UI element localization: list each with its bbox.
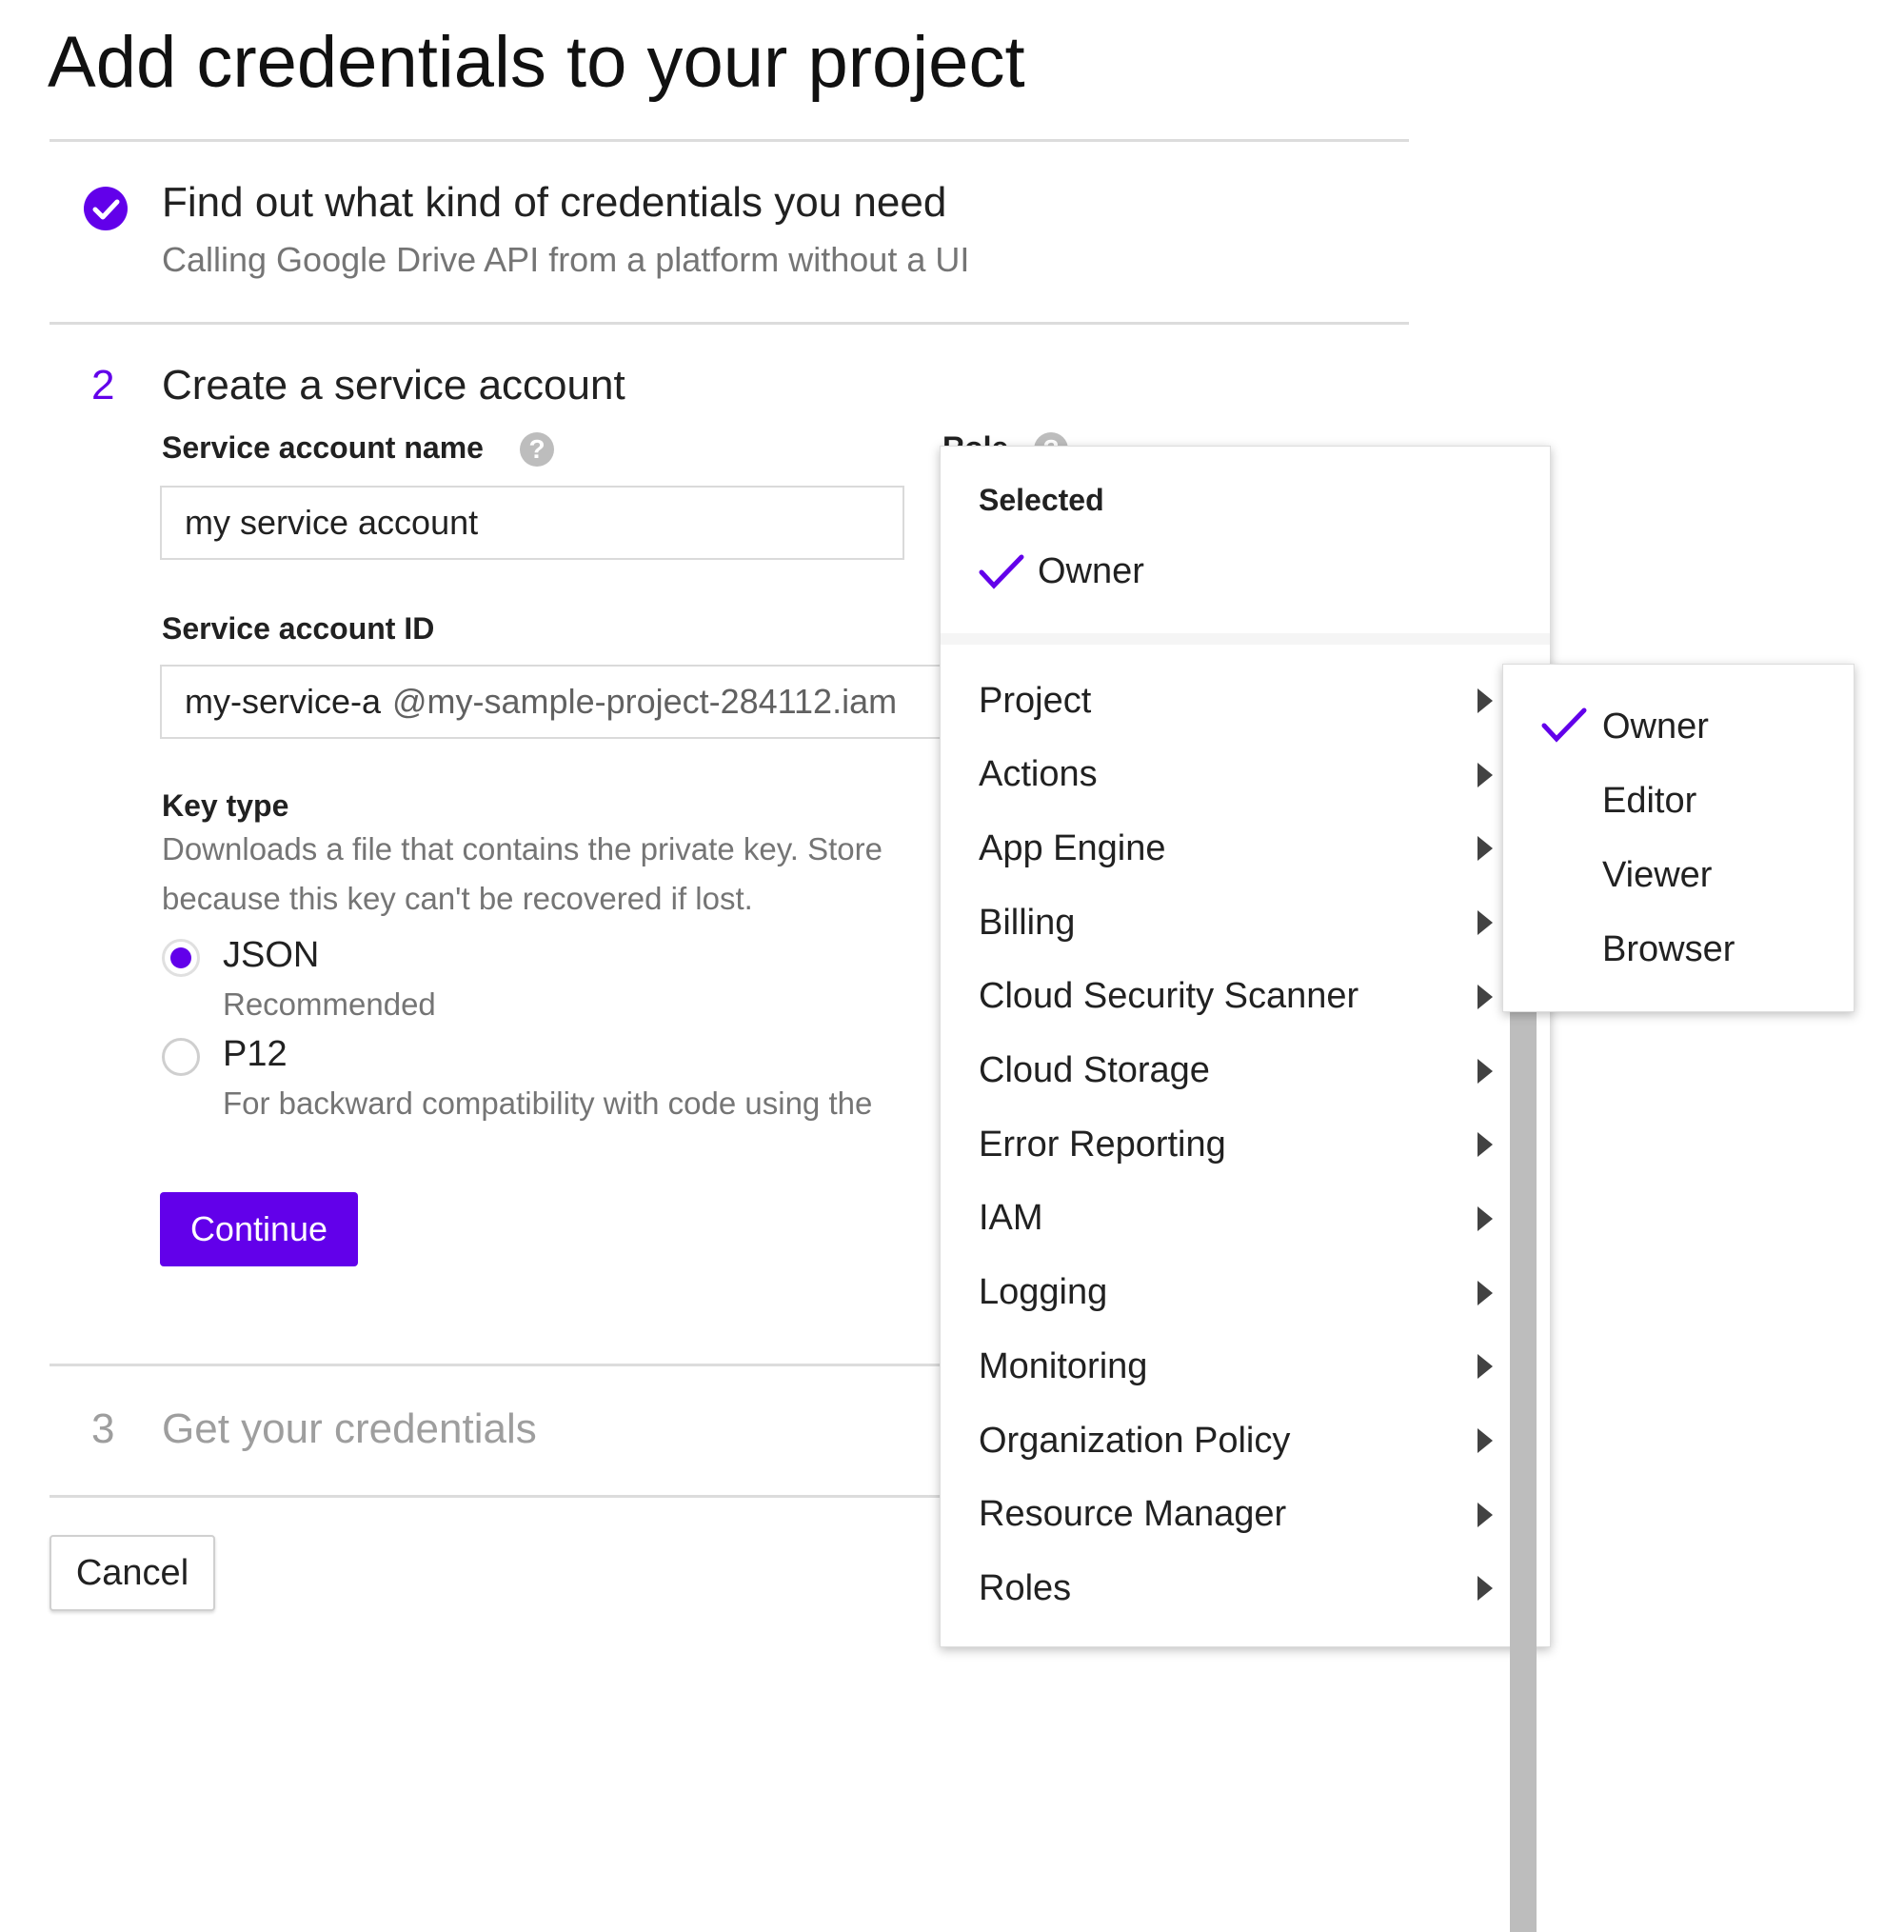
role-category-label: Monitoring (979, 1345, 1148, 1386)
service-account-id-label: Service account ID (162, 611, 435, 646)
chevron-right-icon (1478, 1576, 1493, 1602)
role-category-label: Organization Policy (979, 1420, 1291, 1461)
p12-radio[interactable] (162, 1038, 200, 1076)
role-category-error-reporting[interactable]: Error Reporting (979, 1107, 1493, 1182)
menu-scrollbar[interactable] (1510, 980, 1537, 1932)
submenu-item-editor[interactable]: Editor (1602, 764, 1696, 838)
role-category-label: Resource Manager (979, 1494, 1287, 1535)
role-category-app-engine[interactable]: App Engine (979, 811, 1493, 886)
service-account-name-value: my service account (185, 503, 479, 542)
json-label[interactable]: JSON (223, 935, 319, 976)
chevron-right-icon (1478, 1428, 1493, 1453)
role-category-label: Error Reporting (979, 1124, 1226, 1165)
role-category-label: Actions (979, 754, 1098, 795)
role-category-billing[interactable]: Billing (979, 886, 1493, 960)
key-type-description: Downloads a file that contains the priva… (162, 825, 942, 924)
checkmark-icon (1541, 707, 1587, 749)
role-category-cloud-security-scanner[interactable]: Cloud Security Scanner (979, 960, 1493, 1034)
role-category-iam[interactable]: IAM (979, 1182, 1493, 1256)
role-category-label: Billing (979, 902, 1076, 943)
page-title: Add credentials to your project (48, 22, 1025, 103)
role-category-organization-policy[interactable]: Organization Policy (979, 1404, 1493, 1478)
submenu-item-viewer[interactable]: Viewer (1602, 838, 1712, 912)
p12-description: For backward compatibility with code usi… (223, 1086, 873, 1121)
key-type-desc-line1: Downloads a file that contains the priva… (162, 831, 883, 866)
submenu-item-browser[interactable]: Browser (1602, 912, 1735, 986)
role-category-cloud-storage[interactable]: Cloud Storage (979, 1034, 1493, 1108)
role-category-label: Cloud Storage (979, 1050, 1210, 1090)
chevron-right-icon (1478, 1132, 1493, 1158)
divider (50, 1495, 1002, 1498)
divider (50, 322, 1409, 325)
help-icon[interactable]: ? (520, 432, 554, 467)
role-category-project[interactable]: Project (979, 664, 1493, 738)
role-dropdown-menu[interactable]: Selected Owner Project Actions App Engine B… (940, 446, 1551, 1932)
chevron-right-icon (1478, 688, 1493, 713)
chevron-right-icon (1478, 836, 1493, 862)
divider (50, 1364, 1002, 1366)
json-recommended: Recommended (223, 986, 436, 1022)
role-category-label: IAM (979, 1198, 1043, 1239)
role-category-label: Project (979, 680, 1092, 721)
step3-title: Get your credentials (162, 1405, 537, 1452)
step1-subtitle: Calling Google Drive API from a platform… (162, 240, 970, 279)
role-category-roles[interactable]: Roles (979, 1551, 1493, 1625)
project-submenu[interactable]: Owner Editor Viewer Browser (1502, 664, 1854, 1012)
selected-owner[interactable]: Owner (1038, 551, 1144, 592)
p12-label[interactable]: P12 (223, 1034, 288, 1075)
role-category-logging[interactable]: Logging (979, 1256, 1493, 1330)
chevron-right-icon (1478, 984, 1493, 1009)
chevron-right-icon (1478, 1354, 1493, 1380)
divider (50, 139, 1409, 142)
step3-number: 3 (91, 1405, 115, 1452)
step1-title[interactable]: Find out what kind of credentials you ne… (162, 179, 946, 227)
chevron-right-icon (1478, 1280, 1493, 1305)
service-account-name-input[interactable]: my service account (160, 486, 904, 560)
menu-divider (941, 633, 1550, 645)
role-category-monitoring[interactable]: Monitoring (979, 1329, 1493, 1404)
chevron-right-icon (1478, 1205, 1493, 1231)
service-account-id-value: my-service-a (185, 682, 382, 721)
role-category-actions[interactable]: Actions (979, 738, 1493, 812)
submenu-item-owner[interactable]: Owner (1602, 689, 1709, 764)
selected-header: Selected (979, 483, 1104, 517)
chevron-right-icon (1478, 1502, 1493, 1527)
service-account-id-input[interactable]: my-service-a @my-sample-project-284112.i… (160, 665, 950, 739)
role-category-label: Roles (979, 1567, 1072, 1608)
chevron-right-icon (1478, 910, 1493, 936)
chevron-right-icon (1478, 762, 1493, 787)
key-type-desc-line2: because this key can't be recovered if l… (162, 881, 753, 916)
role-category-label: App Engine (979, 827, 1166, 868)
key-type-label: Key type (162, 788, 289, 823)
step2-title: Create a service account (162, 362, 625, 408)
service-account-name-label: Service account name (162, 430, 484, 465)
step2-number: 2 (91, 362, 115, 408)
json-radio[interactable] (162, 939, 200, 977)
chevron-right-icon (1478, 1058, 1493, 1084)
service-account-id-suffix: @my-sample-project-284112.iam (392, 682, 898, 721)
cancel-button[interactable]: Cancel (50, 1535, 215, 1611)
role-category-label: Logging (979, 1272, 1108, 1313)
checkmark-icon (979, 553, 1024, 596)
check-circle-icon (83, 186, 129, 236)
continue-button[interactable]: Continue (160, 1192, 358, 1266)
role-category-resource-manager[interactable]: Resource Manager (979, 1478, 1493, 1552)
role-category-label: Cloud Security Scanner (979, 976, 1359, 1017)
